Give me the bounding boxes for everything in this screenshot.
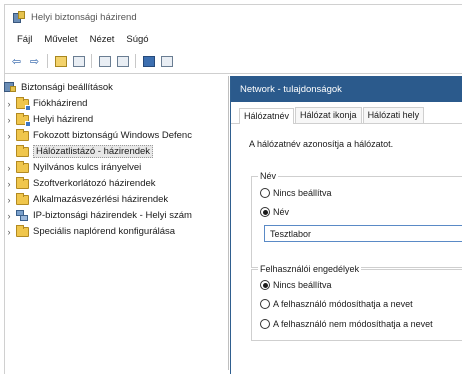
radio-button-selected[interactable] [260, 280, 270, 290]
tree-item-software-restriction[interactable]: › Szoftverkorlátozó házirendek [4, 176, 156, 191]
radio-button[interactable] [260, 319, 270, 329]
window-title-bar: Helyi biztonsági házirend [5, 5, 462, 29]
radio-button-selected[interactable] [260, 207, 270, 217]
tab-network-location[interactable]: Hálózati hely [362, 107, 425, 123]
radio-label: Nincs beállítva [273, 280, 332, 290]
menu-help[interactable]: Súgó [120, 34, 154, 45]
folder-icon [16, 160, 29, 173]
forward-arrow-icon[interactable]: ⇨ [27, 54, 42, 69]
radio-permission-not-configured[interactable]: Nincs beállítva [260, 280, 332, 290]
menu-view[interactable]: Nézet [84, 34, 121, 45]
radio-button[interactable] [260, 188, 270, 198]
chevron-right-icon[interactable]: › [4, 115, 14, 125]
dialog-description: A hálózatnév azonosítja a hálózatot. [249, 139, 394, 149]
toolbar-separator [135, 54, 136, 68]
tree-root-label: Biztonsági beállítások [21, 81, 113, 93]
security-policy-app-icon [13, 11, 25, 23]
properties-dialog: Network - tulajdonságok Hálózatnév Hálóz… [230, 76, 462, 374]
console-view-icon[interactable] [159, 54, 174, 69]
toolbar-divider [5, 73, 462, 74]
network-computer-icon [16, 210, 29, 221]
tree-item-label: Speciális naplórend konfigurálása [33, 226, 176, 237]
security-settings-icon [4, 81, 17, 93]
radio-name[interactable]: Név [260, 207, 289, 217]
radio-label: A felhasználó módosíthatja a nevet [273, 299, 413, 309]
chevron-right-icon[interactable]: › [4, 99, 14, 109]
folder-icon [16, 192, 29, 205]
radio-user-can-change[interactable]: A felhasználó módosíthatja a nevet [260, 299, 413, 309]
permissions-group-legend: Felhasználói engedélyek [258, 264, 362, 274]
tree-item-label: Hálózatlistázó - házirendek [33, 145, 154, 158]
chevron-right-icon[interactable]: › [4, 211, 14, 221]
folder-icon [16, 176, 29, 189]
show-hide-tree-icon[interactable] [71, 54, 86, 69]
chevron-right-icon[interactable]: › [4, 195, 14, 205]
tree-item-label: IP-biztonsági házirendek - Helyi szám [33, 210, 192, 221]
folder-icon [16, 144, 29, 157]
chevron-right-icon[interactable]: › [4, 179, 14, 189]
radio-label: A felhasználó nem módosíthatja a nevet [273, 319, 433, 329]
export-list-icon[interactable] [115, 54, 130, 69]
menu-action[interactable]: Művelet [38, 34, 83, 45]
radio-label: Név [273, 207, 290, 217]
tree-item-label: Szoftverkorlátozó házirendek [33, 178, 156, 189]
tree-item-label: Nyilvános kulcs irányelvei [33, 162, 142, 173]
tree-item-label: Alkalmazásvezérlési házirendek [33, 194, 169, 205]
dialog-title: Network - tulajdonságok [240, 83, 342, 95]
chevron-right-icon[interactable]: › [4, 131, 14, 141]
tab-network-icon[interactable]: Hálózat ikonja [295, 107, 362, 123]
menu-bar: Fájl Művelet Nézet Súgó [5, 29, 462, 49]
tree-item-account-policies[interactable]: › Fiókházirend [4, 96, 87, 111]
tree-item-label: Fokozott biztonságú Windows Defenc [33, 130, 192, 141]
folder-icon [16, 224, 29, 237]
console-tree: Biztonsági beállítások › Fiókházirend › … [0, 76, 226, 370]
help-icon[interactable] [141, 54, 156, 69]
network-name-input[interactable]: Tesztlabor [264, 225, 462, 242]
name-group-legend: Név [258, 171, 279, 181]
folder-icon [16, 128, 29, 141]
tree-item-network-list-manager[interactable]: Hálózatlistázó - házirendek [4, 144, 154, 159]
toolbar-separator [91, 54, 92, 68]
folder-up-icon[interactable] [53, 54, 68, 69]
chevron-right-icon[interactable]: › [4, 227, 14, 237]
user-permissions-group: Felhasználói engedélyek Nincs beállítva … [251, 264, 462, 341]
tree-item-local-policies[interactable]: › Helyi házirend [4, 112, 93, 127]
name-group: Név Nincs beállítva Név Tesztlabor [251, 171, 462, 268]
toolbar: ⇦ ⇨ [5, 51, 462, 71]
window-title: Helyi biztonsági házirend [31, 11, 137, 23]
tree-item-ip-security[interactable]: › IP-biztonsági házirendek - Helyi szám [4, 208, 192, 223]
dialog-tabs: Hálózatnév Hálózat ikonja Hálózati hely [231, 106, 462, 124]
radio-name-not-configured[interactable]: Nincs beállítva [260, 188, 332, 198]
folder-icon [16, 112, 31, 127]
pane-splitter[interactable] [228, 76, 229, 370]
menu-file[interactable]: Fájl [11, 34, 38, 45]
radio-button[interactable] [260, 299, 270, 309]
folder-icon [16, 96, 31, 111]
tree-item-application-control[interactable]: › Alkalmazásvezérlési házirendek [4, 192, 168, 207]
tree-item-label: Helyi házirend [33, 114, 94, 125]
back-arrow-icon[interactable]: ⇦ [9, 54, 24, 69]
tree-item-public-key-policies[interactable]: › Nyilvános kulcs irányelvei [4, 160, 141, 175]
radio-label: Nincs beállítva [273, 188, 332, 198]
chevron-right-icon[interactable]: › [4, 163, 14, 173]
tree-item-advanced-audit[interactable]: › Speciális naplórend konfigurálása [4, 224, 175, 239]
tab-network-name[interactable]: Hálózatnév [239, 108, 295, 124]
tree-root[interactable]: Biztonsági beállítások [4, 80, 113, 94]
radio-user-cannot-change[interactable]: A felhasználó nem módosíthatja a nevet [260, 319, 433, 329]
dialog-title-bar[interactable]: Network - tulajdonságok [231, 76, 462, 102]
properties-icon[interactable] [97, 54, 112, 69]
tree-item-windows-defender-firewall[interactable]: › Fokozott biztonságú Windows Defenc [4, 128, 192, 143]
tree-item-label: Fiókházirend [33, 98, 88, 109]
toolbar-separator [47, 54, 48, 68]
